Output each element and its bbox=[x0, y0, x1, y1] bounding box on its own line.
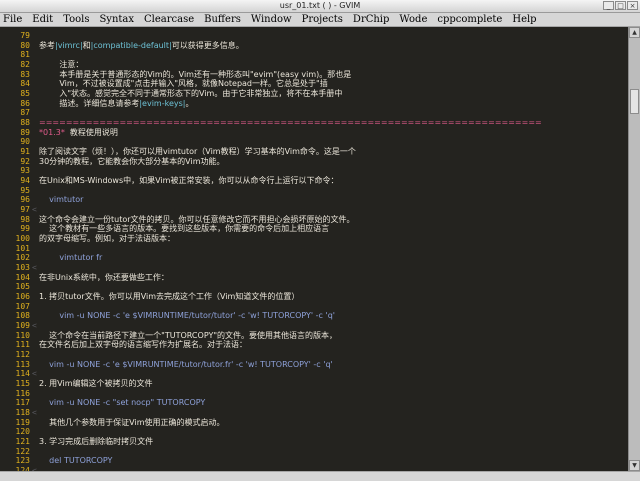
menu-window[interactable]: Window bbox=[246, 13, 297, 26]
text-segment: 其他几个参数用于保证Vim使用正确的模式启动。 bbox=[39, 417, 225, 427]
maximize-button[interactable]: □ bbox=[615, 1, 626, 10]
menu-wode[interactable]: Wode bbox=[394, 13, 432, 26]
text-segment: 。 bbox=[185, 98, 194, 108]
text-segment: 在非Unix系统中，你还要做些工作： bbox=[39, 272, 169, 282]
text-segment: |vimrc| bbox=[55, 40, 83, 50]
text-segment: *01.3* bbox=[39, 127, 65, 137]
text-segment: 入"状态。感觉完全不同于通常形态下的Vim。由于它非常独立，将不在本手册中 bbox=[39, 89, 343, 99]
scroll-down-button[interactable]: ▼ bbox=[629, 460, 640, 471]
text-segment: 3. 学习完成后删除临时拷贝文件 bbox=[39, 437, 154, 447]
text-segment: del TUTORCOPY bbox=[39, 456, 113, 466]
text-segment: Vim，不过被设置成"点击并输入"风格，就像Notepad一样。它总是处于"插 bbox=[39, 79, 328, 89]
menu-projects[interactable]: Projects bbox=[297, 13, 348, 26]
title-bar: usr_01.txt ( ) - GVIM _ □ × bbox=[0, 0, 640, 13]
menu-clearcase[interactable]: Clearcase bbox=[139, 13, 199, 26]
text-segment: vim -u NONE -c 'e $VIMRUNTIME/tutor/tuto… bbox=[39, 311, 335, 321]
menu-buffers[interactable]: Buffers bbox=[199, 13, 246, 26]
text-segment: 注意： bbox=[39, 60, 84, 69]
text-segment: 1. 拷贝tutor文件。你可以用Vim去完成这个工作（Vim知道文件的位置） bbox=[39, 292, 300, 302]
text-segment: 30分钟的教程，它能教会你大部分基本的Vim功能。 bbox=[39, 156, 225, 166]
menu-bar: File Edit Tools Syntax Clearcase Buffers… bbox=[0, 13, 640, 27]
text-segment: vim -u NONE -c "set nocp" TUTORCOPY bbox=[39, 398, 206, 408]
text-segment: 这个教材有一些多语言的版本。要找到这些版本，你需要的命令后加上相应语言 bbox=[39, 224, 330, 234]
menu-drchip[interactable]: DrChip bbox=[348, 13, 395, 26]
text-segment: 除了阅读文字（烦！），你还可以用vimtutor（Vim教程）学习基本的Vim命… bbox=[39, 147, 356, 157]
text-segment: vimtutor bbox=[39, 195, 84, 205]
text-segment: 在Unix和MS-Windows中，如果Vim被正常安装，你可以从命令行上运行以… bbox=[39, 176, 339, 186]
menu-tools[interactable]: Tools bbox=[58, 13, 94, 26]
text-segment: vim -u NONE -c 'e $VIMRUNTIME/tutor/tuto… bbox=[39, 359, 333, 369]
menu-syntax[interactable]: Syntax bbox=[94, 13, 139, 26]
text-segment: 参考 bbox=[39, 40, 55, 50]
close-button[interactable]: × bbox=[627, 1, 638, 10]
text-segment: |compatible-default| bbox=[90, 40, 172, 50]
scrollbar-thumb[interactable] bbox=[630, 88, 639, 114]
menu-file[interactable]: File bbox=[0, 13, 27, 26]
text-segment: 在文件名后加上双字母的语言缩写作为扩展名。对于法语： bbox=[39, 340, 247, 350]
text-segment: 2. 用Vim编辑这个被拷贝的文件 bbox=[39, 379, 153, 389]
text-segment: 的双字母缩写。例如，对于法语版本： bbox=[39, 234, 175, 244]
menu-cppcomplete[interactable]: cppcomplete bbox=[432, 13, 507, 26]
text-segment: 这个命令会建立一份tutor文件的拷贝。你可以任意修改它而不用担心会损坏原始的文… bbox=[39, 214, 355, 224]
text-segment: 可以获得更多信息。 bbox=[171, 40, 244, 50]
scroll-up-button[interactable]: ▲ bbox=[629, 27, 640, 38]
window-title: usr_01.txt ( ) - GVIM bbox=[279, 1, 361, 10]
menu-edit[interactable]: Edit bbox=[27, 13, 58, 26]
text-segment: |evim-keys| bbox=[139, 98, 186, 108]
text-segment: vimtutor fr bbox=[39, 253, 103, 263]
vertical-scrollbar[interactable]: ▲ ▼ bbox=[628, 27, 640, 471]
minimize-button[interactable]: _ bbox=[603, 1, 614, 10]
editor-text-area[interactable]: 79 80 参考|vimrc|和|compatible-default|可以获得更多… bbox=[0, 27, 628, 471]
text-segment: 和 bbox=[82, 40, 91, 50]
text-segment: 这个命令在当前路径下建立一个"TUTORCOPY"的文件。要使用其他语言的版本， bbox=[39, 330, 338, 340]
text-segment: 教程使用说明 bbox=[64, 127, 118, 137]
text-segment: ========================================… bbox=[39, 118, 542, 128]
text-segment: 本手册是关于普通形态的Vim的。Vim还有一种形态叫"evim"(easy vi… bbox=[39, 69, 352, 79]
menu-help[interactable]: Help bbox=[507, 13, 541, 26]
text-segment: 描述。详细信息请参考 bbox=[39, 98, 140, 108]
